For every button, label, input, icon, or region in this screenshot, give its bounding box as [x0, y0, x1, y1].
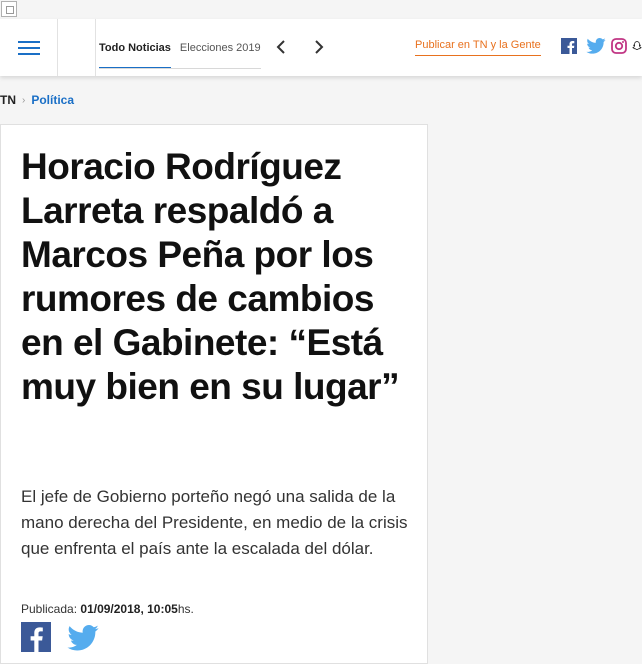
article-lead: El jefe de Gobierno porteño negó una sal…: [21, 487, 408, 558]
snapchat-link[interactable]: [632, 37, 642, 55]
tabs-underline: [99, 68, 261, 69]
share-twitter-button[interactable]: [67, 625, 99, 651]
chevron-right-icon: [315, 40, 324, 54]
twitter-icon: [586, 38, 606, 54]
chevron-left-icon: [276, 40, 285, 54]
breadcrumb-section[interactable]: Política: [31, 93, 74, 107]
instagram-link[interactable]: [610, 37, 627, 55]
top-strip: [0, 0, 642, 19]
twitter-link[interactable]: [586, 37, 606, 55]
header-divider: [95, 19, 96, 76]
publicar-link[interactable]: Publicar en TN y la Gente: [415, 39, 541, 56]
broken-image-icon: [1, 1, 17, 17]
tabs-prev-button[interactable]: [271, 37, 291, 57]
published-date: 01/09/2018, 10:05: [80, 602, 178, 616]
facebook-icon: [561, 38, 577, 54]
site-header: Todo Noticias Elecciones 2019 Publicar e…: [0, 19, 642, 76]
chevron-right-icon: ›: [22, 94, 26, 106]
snapchat-icon: [632, 41, 642, 50]
published-suffix: hs.: [177, 602, 194, 616]
breadcrumb-home[interactable]: TN: [0, 93, 16, 107]
published-label: Publicada:: [21, 602, 78, 616]
instagram-icon: [610, 38, 627, 54]
twitter-icon: [67, 625, 99, 651]
facebook-icon: [30, 627, 43, 652]
article-title: Horacio Rodríguez Larreta respaldó a Mar…: [21, 146, 400, 407]
published-info: Publicada: 01/09/2018, 10:05hs.: [21, 602, 194, 616]
menu-button[interactable]: [0, 19, 58, 76]
hamburger-icon: [17, 39, 40, 57]
breadcrumb: TN › Política: [0, 93, 74, 107]
tabs-next-button[interactable]: [309, 37, 329, 57]
article-card: Horacio Rodríguez Larreta respaldó a Mar…: [0, 124, 428, 664]
facebook-link[interactable]: [561, 37, 577, 55]
